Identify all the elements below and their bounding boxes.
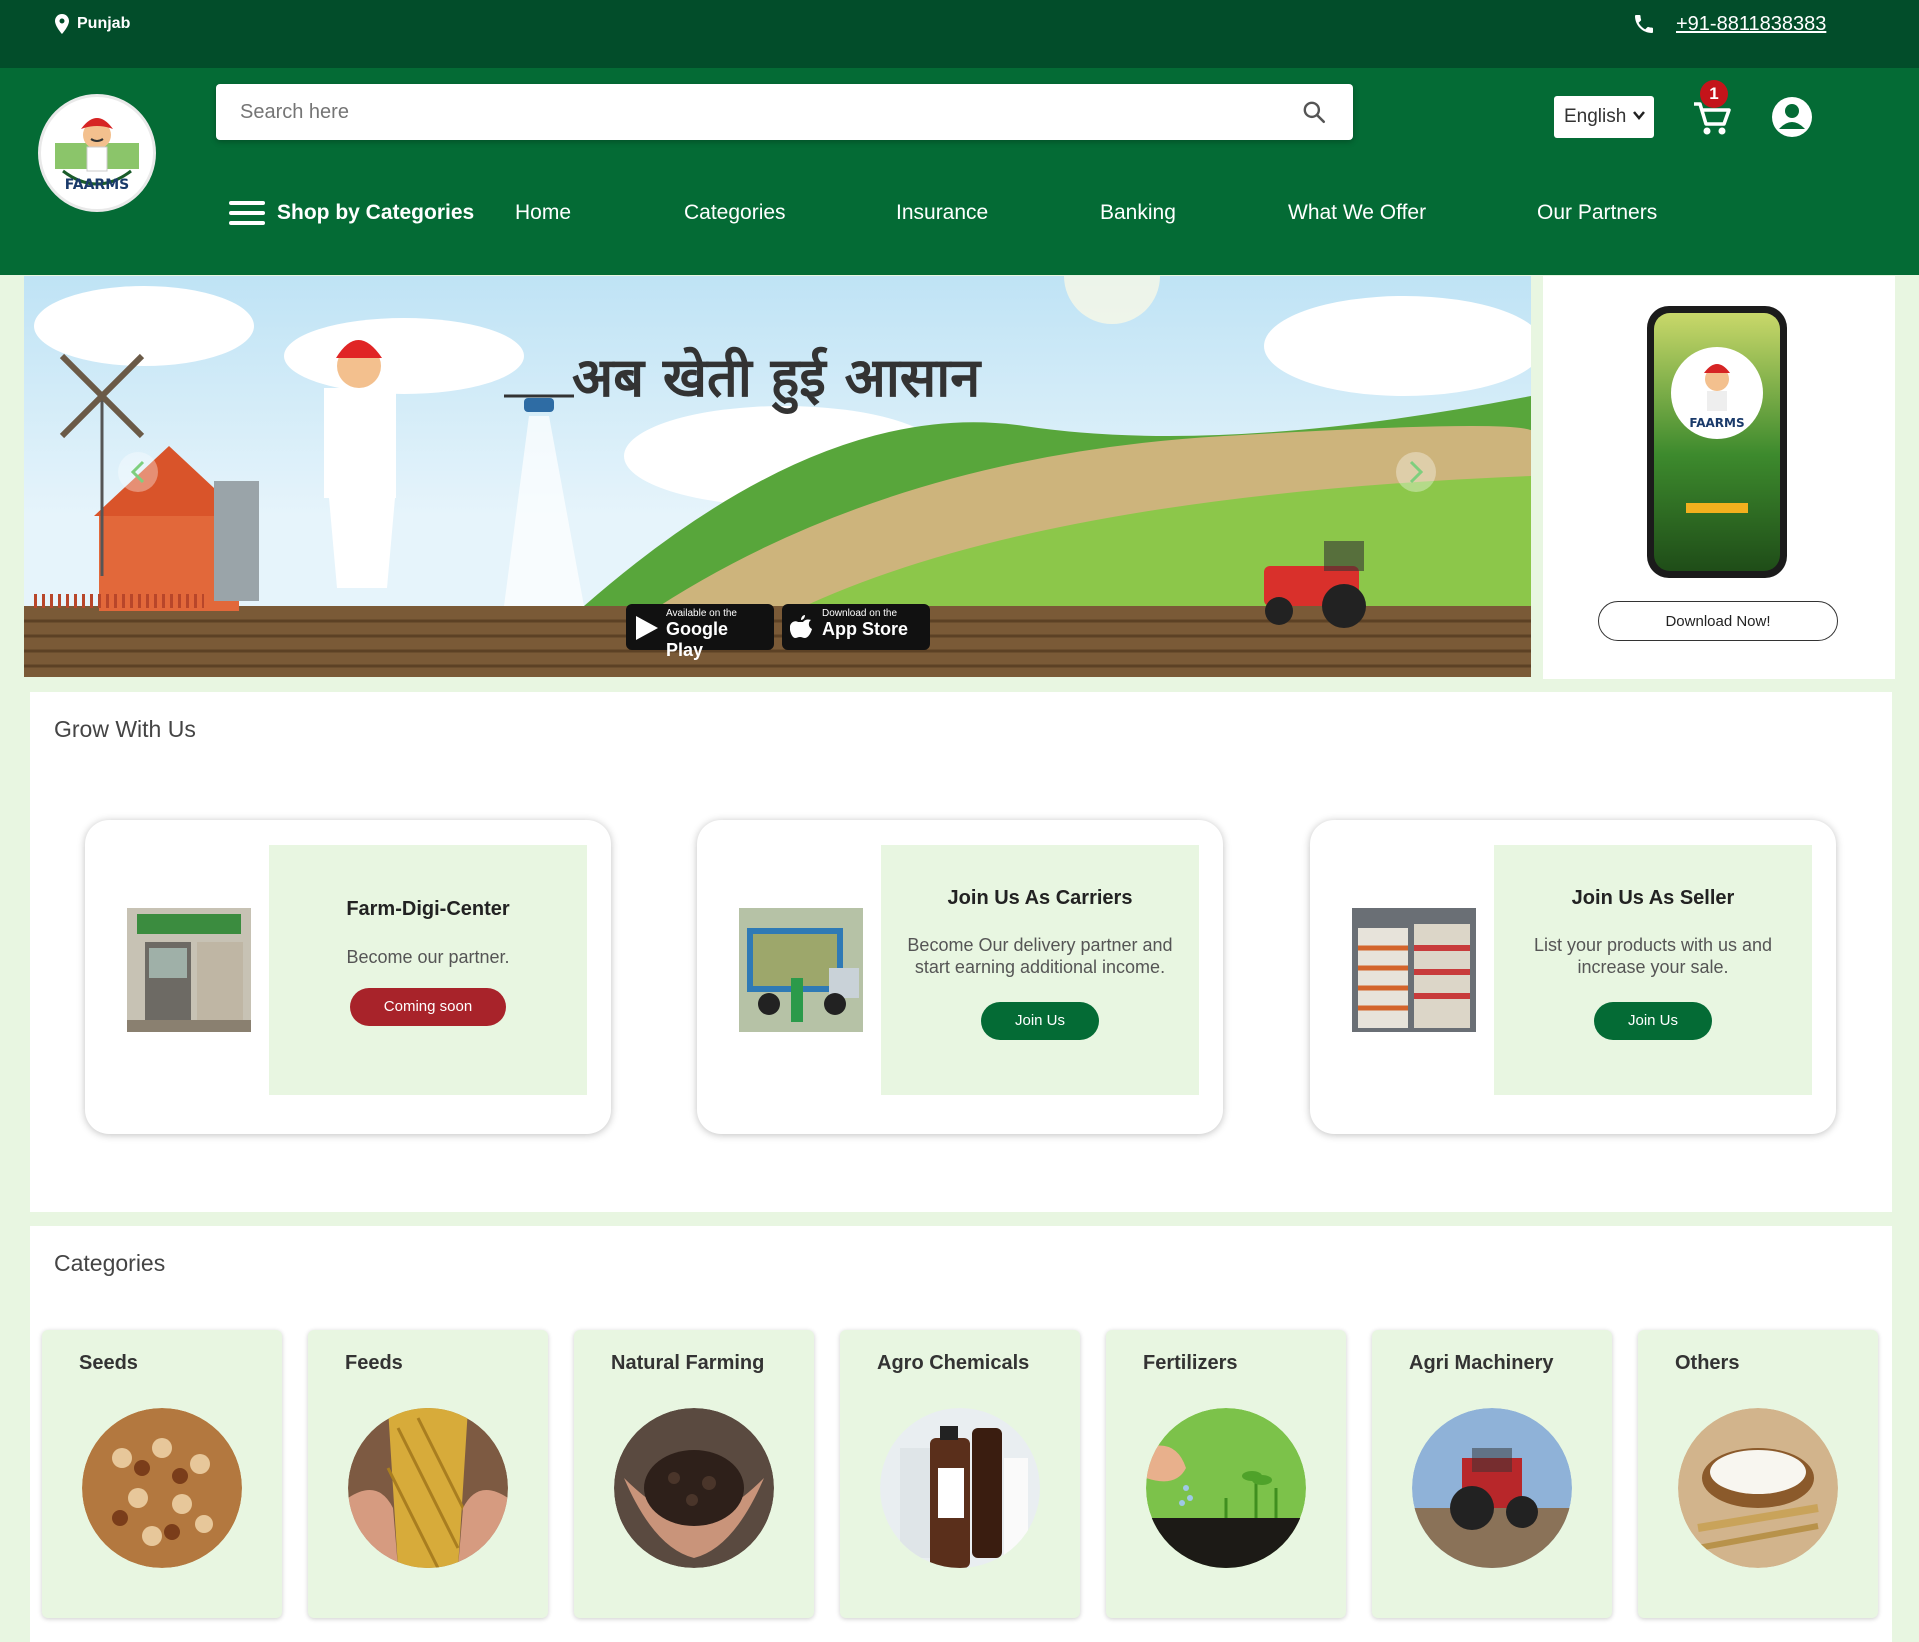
svg-text:FAARMS: FAARMS (1689, 416, 1744, 430)
google-play-big: Google Play (666, 619, 728, 660)
category-seeds-image (82, 1408, 242, 1568)
google-play-icon (636, 616, 658, 640)
seller-desc: List your products with us and increase … (1533, 935, 1773, 977)
categories-section: Categories Seeds Feeds Natural Farming A… (30, 1226, 1892, 1642)
category-fertilizers[interactable]: Fertilizers (1106, 1330, 1346, 1618)
location[interactable]: Punjab (55, 14, 130, 34)
category-agri-machinery-label: Agri Machinery (1409, 1352, 1554, 1374)
grow-title: Grow With Us (54, 716, 196, 742)
nav-what-we-offer[interactable]: What We Offer (1288, 188, 1426, 238)
nav-banking[interactable]: Banking (1100, 188, 1176, 238)
seller-card: Join Us As Seller List your products wit… (1310, 820, 1836, 1134)
category-seeds[interactable]: Seeds (42, 1330, 282, 1618)
category-natural-farming-image (614, 1408, 774, 1568)
map-pin-icon (55, 14, 69, 34)
carriers-desc: Become Our delivery partner and start ea… (907, 935, 1173, 977)
category-others[interactable]: Others (1638, 1330, 1878, 1618)
phone-mockup: FAARMS (1647, 306, 1787, 578)
chevron-left-icon (130, 460, 145, 484)
categories-title: Categories (54, 1250, 166, 1276)
nav-categories[interactable]: Categories (684, 188, 786, 238)
grow-with-us-section: Grow With Us Farm-Digi-Center Become our… (30, 692, 1892, 1212)
category-agro-chemicals[interactable]: Agro Chemicals (840, 1330, 1080, 1618)
google-play-button[interactable]: Available on the Google Play (626, 604, 774, 660)
category-seeds-label: Seeds (79, 1352, 138, 1374)
carriers-title: Join Us As Carriers (947, 887, 1133, 909)
location-label: Punjab (77, 15, 131, 32)
category-feeds-image (348, 1408, 508, 1568)
farm-digi-center-panel: Farm-Digi-Center Become our partner. Com… (269, 845, 587, 1095)
nav-home[interactable]: Home (515, 188, 571, 238)
carriers-image (739, 908, 863, 1032)
farm-digi-center-title: Farm-Digi-Center (346, 898, 510, 920)
carriers-panel: Join Us As Carriers Become Our delivery … (881, 845, 1199, 1095)
search-icon[interactable] (1301, 99, 1327, 125)
seller-title: Join Us As Seller (1571, 887, 1735, 909)
category-feeds-label: Feeds (345, 1352, 403, 1374)
main-nav: Shop by Categories Home Categories Insur… (0, 188, 1919, 238)
carousel-prev[interactable] (118, 452, 158, 492)
google-play-small: Available on the (666, 608, 737, 619)
join-us-seller-button[interactable]: Join Us (1593, 1002, 1713, 1040)
app-store-big: App Store (822, 619, 909, 639)
hero-banner-carousel[interactable]: अब खेती हुई आसान Available on the Google… (24, 276, 1531, 677)
coming-soon-button[interactable]: Coming soon (349, 988, 507, 1026)
farm-digi-center-card: Farm-Digi-Center Become our partner. Com… (85, 820, 611, 1134)
nav-insurance[interactable]: Insurance (896, 188, 988, 238)
shop-by-categories-label: Shop by Categories (277, 201, 475, 224)
farm-digi-center-image (127, 908, 251, 1032)
app-store-button[interactable]: Download on the App Store (782, 604, 930, 650)
farm-digi-center-desc: Become our partner. (346, 947, 510, 967)
hamburger-icon (229, 201, 265, 225)
category-fertilizers-image (1146, 1408, 1306, 1568)
seller-image (1352, 908, 1476, 1032)
category-agro-chemicals-image (880, 1408, 1040, 1568)
category-natural-farming[interactable]: Natural Farming (574, 1330, 814, 1618)
search-bar[interactable] (216, 84, 1353, 140)
category-agro-chemicals-label: Agro Chemicals (877, 1352, 1030, 1374)
category-fertilizers-label: Fertilizers (1143, 1352, 1238, 1374)
app-store-small: Download on the (822, 608, 898, 619)
seller-panel: Join Us As Seller List your products wit… (1494, 845, 1812, 1095)
phone-contact[interactable]: +91-8811838383 (1632, 12, 1826, 36)
chevron-down-icon (1633, 111, 1645, 120)
language-value: English (1564, 106, 1627, 127)
banner-slogan: अब खेती हुई आसान (572, 346, 981, 409)
carriers-card: Join Us As Carriers Become Our delivery … (697, 820, 1223, 1134)
category-others-label: Others (1675, 1352, 1740, 1374)
carousel-next[interactable] (1396, 452, 1436, 492)
category-agri-machinery-image (1412, 1408, 1572, 1568)
phone-number[interactable]: +91-8811838383 (1676, 13, 1826, 36)
join-us-carriers-button[interactable]: Join Us (980, 1002, 1100, 1040)
banner-illustration (24, 276, 1531, 677)
apple-icon (790, 615, 812, 638)
top-bar: Punjab +91-8811838383 (0, 0, 1919, 68)
nav-our-partners[interactable]: Our Partners (1537, 188, 1657, 238)
chevron-right-icon (1409, 460, 1424, 484)
category-feeds[interactable]: Feeds (308, 1330, 548, 1618)
cart-count-badge: 1 (1700, 80, 1728, 108)
main-header: FAARMS English 1 Shop by Categories Home… (0, 68, 1919, 275)
category-natural-farming-label: Natural Farming (611, 1352, 765, 1374)
shop-by-categories[interactable]: Shop by Categories (229, 188, 474, 238)
user-icon[interactable] (1771, 96, 1813, 138)
search-input[interactable] (240, 84, 1280, 140)
language-select[interactable]: English (1554, 96, 1654, 138)
category-others-image (1678, 1408, 1838, 1568)
phone-icon (1635, 15, 1653, 33)
download-now-button[interactable]: Download Now! (1598, 601, 1838, 641)
category-agri-machinery[interactable]: Agri Machinery (1372, 1330, 1612, 1618)
app-download-promo: FAARMS Download Now! (1543, 276, 1895, 679)
